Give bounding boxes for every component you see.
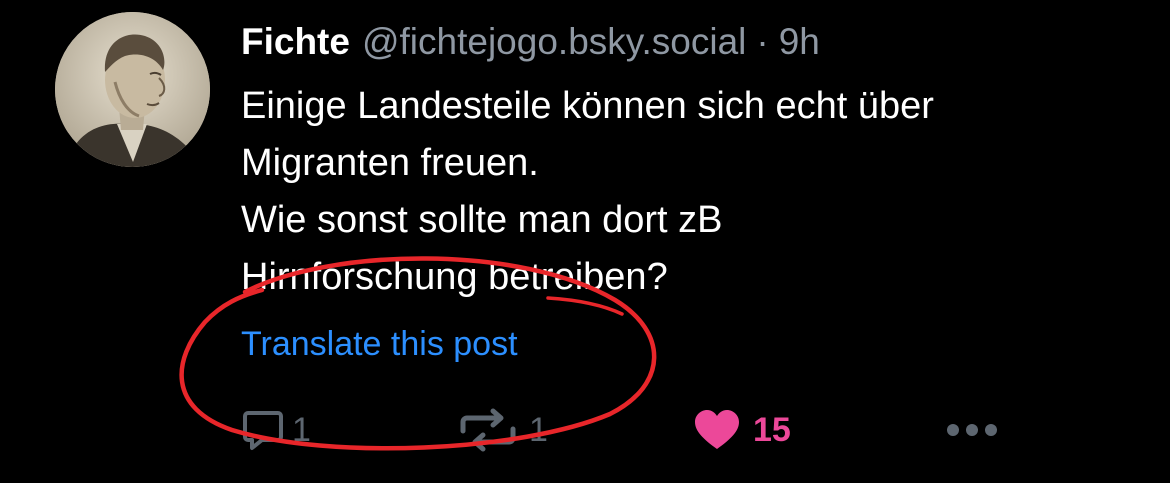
post-text-line: Migranten freuen. [241, 142, 539, 184]
author-display-name[interactable]: Fichte [241, 21, 350, 62]
post-timestamp[interactable]: 9h [779, 21, 820, 62]
post-actions: 1 1 15 [0, 400, 1170, 460]
post-text-line: Hirnforschung betreiben? [241, 256, 668, 298]
portrait-avatar-icon [55, 12, 210, 167]
post-header: Fichte @fichtejogo.bsky.social · 9h [241, 18, 820, 66]
post[interactable]: Fichte @fichtejogo.bsky.social · 9h Einige … [0, 0, 1170, 483]
reply-button[interactable]: 1 [242, 400, 311, 460]
author-handle[interactable]: @fichtejogo.bsky.social [362, 21, 746, 62]
post-text-line: Wie sonst sollte man dort zB [241, 199, 723, 241]
reply-icon [243, 411, 283, 450]
repost-icon [460, 408, 516, 452]
separator: · [756, 21, 769, 62]
avatar[interactable] [55, 12, 210, 167]
reply-count: 1 [292, 410, 311, 449]
heart-icon [695, 410, 739, 449]
translate-post-link[interactable]: Translate this post [241, 322, 518, 366]
like-count: 15 [753, 410, 791, 449]
repost-count: 1 [529, 410, 548, 449]
repost-button[interactable]: 1 [455, 400, 548, 460]
post-text: Einige Landesteile können sich echt über… [241, 78, 1141, 306]
post-text-line: Einige Landesteile können sich echt über [241, 85, 934, 127]
like-button[interactable]: 15 [693, 400, 791, 460]
more-icon [947, 424, 997, 436]
more-options-button[interactable] [944, 400, 1000, 460]
